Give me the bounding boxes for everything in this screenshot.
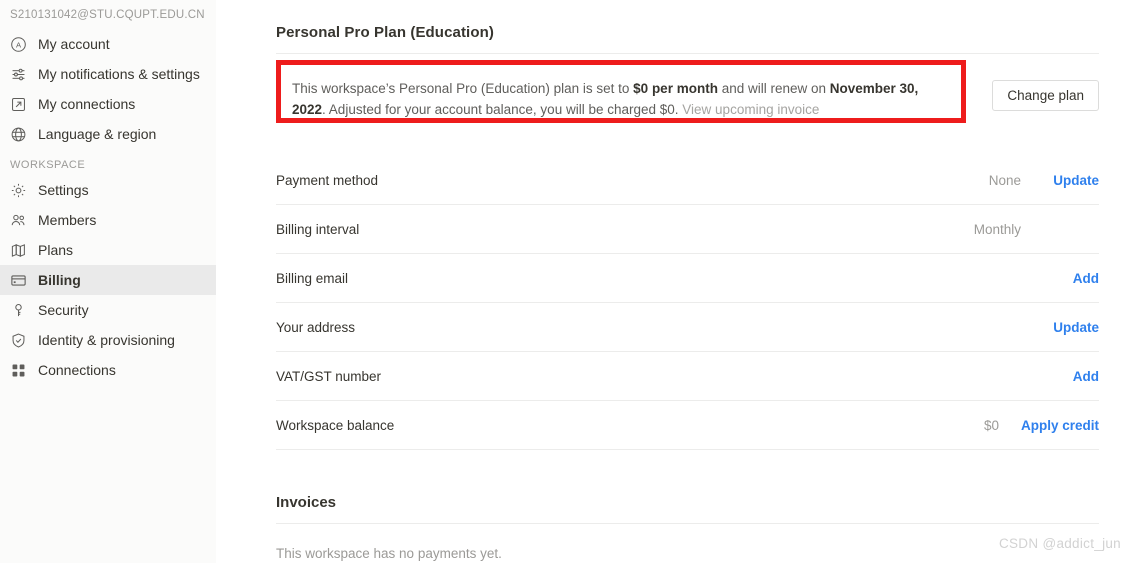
sidebar-item-label: Billing bbox=[38, 272, 81, 288]
account-email: S210131042@STU.CQUPT.EDU.CN bbox=[10, 9, 205, 21]
sidebar-item-label: My connections bbox=[38, 96, 136, 112]
account-circle-icon: A bbox=[10, 36, 27, 53]
row-label: Billing email bbox=[276, 270, 349, 286]
sidebar-item-label: Security bbox=[38, 302, 89, 318]
row-label: Billing interval bbox=[276, 221, 360, 237]
sidebar-item-my-connections[interactable]: My connections bbox=[0, 89, 216, 119]
arrow-out-box-icon bbox=[10, 96, 27, 113]
sidebar-item-plans[interactable]: Plans bbox=[0, 235, 216, 265]
invoices-title: Invoices bbox=[276, 494, 337, 511]
change-plan-button[interactable]: Change plan bbox=[992, 80, 1099, 111]
sidebar-item-label: Language & region bbox=[38, 126, 157, 142]
sidebar-item-language-region[interactable]: Language & region bbox=[0, 119, 216, 149]
payment-method-update-link[interactable]: Update bbox=[1043, 173, 1099, 188]
key-icon bbox=[10, 302, 27, 319]
main-content: Personal Pro Plan (Education) This works… bbox=[216, 0, 1135, 563]
notice-part-1: This workspace’s Personal Pro (Education… bbox=[292, 81, 634, 96]
map-icon bbox=[10, 242, 27, 259]
sidebar-item-identity-provisioning[interactable]: Identity & provisioning bbox=[0, 325, 216, 355]
sidebar-item-connections[interactable]: Connections bbox=[0, 355, 216, 385]
row-value: None bbox=[988, 172, 1021, 188]
apply-credit-link[interactable]: Apply credit bbox=[1021, 418, 1099, 433]
gear-icon bbox=[10, 182, 27, 199]
vat-gst-add-link[interactable]: Add bbox=[1043, 369, 1099, 384]
sidebar-item-label: Identity & provisioning bbox=[38, 332, 175, 348]
watermark: CSDN @addict_jun bbox=[998, 536, 1121, 551]
grid-icon bbox=[10, 362, 27, 379]
sliders-icon bbox=[10, 66, 27, 83]
notice-price: $0 per month bbox=[633, 81, 718, 96]
sidebar-item-label: Connections bbox=[38, 362, 116, 378]
your-address-update-link[interactable]: Update bbox=[1043, 320, 1099, 335]
row-billing-interval: Billing interval Monthly bbox=[276, 205, 1099, 254]
billing-settings-list: Payment method None Update Billing inter… bbox=[276, 156, 1099, 450]
invoices-section: Invoices This workspace has no payments … bbox=[276, 494, 1099, 561]
invoices-empty-text: This workspace has no payments yet. bbox=[276, 546, 502, 561]
row-label: Workspace balance bbox=[276, 417, 395, 433]
sidebar-section-workspace: WORKSPACE bbox=[10, 159, 86, 171]
sidebar-item-label: Members bbox=[38, 212, 97, 228]
people-icon bbox=[10, 212, 27, 229]
shield-check-icon bbox=[10, 332, 27, 349]
plan-notice-text: This workspace’s Personal Pro (Education… bbox=[276, 70, 962, 130]
plan-notice-area: This workspace’s Personal Pro (Education… bbox=[276, 54, 1099, 130]
sidebar-item-billing[interactable]: Billing bbox=[0, 265, 216, 295]
sidebar-item-label: Plans bbox=[38, 242, 74, 258]
row-vat-gst-number: VAT/GST number Add bbox=[276, 352, 1099, 401]
row-label: Payment method bbox=[276, 172, 379, 188]
sidebar-item-members[interactable]: Members bbox=[0, 205, 216, 235]
svg-text:A: A bbox=[16, 40, 22, 49]
sidebar-item-label: My notifications & settings bbox=[38, 66, 200, 82]
row-your-address: Your address Update bbox=[276, 303, 1099, 352]
row-value: Monthly bbox=[973, 221, 1021, 237]
row-billing-email: Billing email Add bbox=[276, 254, 1099, 303]
row-workspace-balance: Workspace balance $0 Apply credit bbox=[276, 401, 1099, 450]
view-upcoming-invoice-link[interactable]: View upcoming invoice bbox=[682, 102, 819, 117]
sidebar-item-my-notifications-settings[interactable]: My notifications & settings bbox=[0, 59, 216, 89]
row-payment-method: Payment method None Update bbox=[276, 156, 1099, 205]
sidebar-item-security[interactable]: Security bbox=[0, 295, 216, 325]
sidebar-item-my-account[interactable]: A My account bbox=[0, 29, 216, 59]
settings-page: S210131042@STU.CQUPT.EDU.CN A My account… bbox=[0, 0, 1135, 563]
row-value: $0 bbox=[983, 417, 999, 433]
page-title: Personal Pro Plan (Education) bbox=[276, 24, 494, 41]
notice-part-3: . Adjusted for your account balance, you… bbox=[322, 102, 683, 117]
sidebar-item-settings[interactable]: Settings bbox=[0, 175, 216, 205]
sidebar: S210131042@STU.CQUPT.EDU.CN A My account… bbox=[0, 0, 216, 563]
notice-part-2: and will renew on bbox=[717, 81, 830, 96]
credit-card-icon bbox=[10, 272, 27, 289]
sidebar-item-label: Settings bbox=[38, 182, 89, 198]
billing-email-add-link[interactable]: Add bbox=[1043, 271, 1099, 286]
row-label: VAT/GST number bbox=[276, 368, 382, 384]
globe-icon bbox=[10, 126, 27, 143]
sidebar-item-label: My account bbox=[38, 36, 110, 52]
row-label: Your address bbox=[276, 319, 356, 335]
